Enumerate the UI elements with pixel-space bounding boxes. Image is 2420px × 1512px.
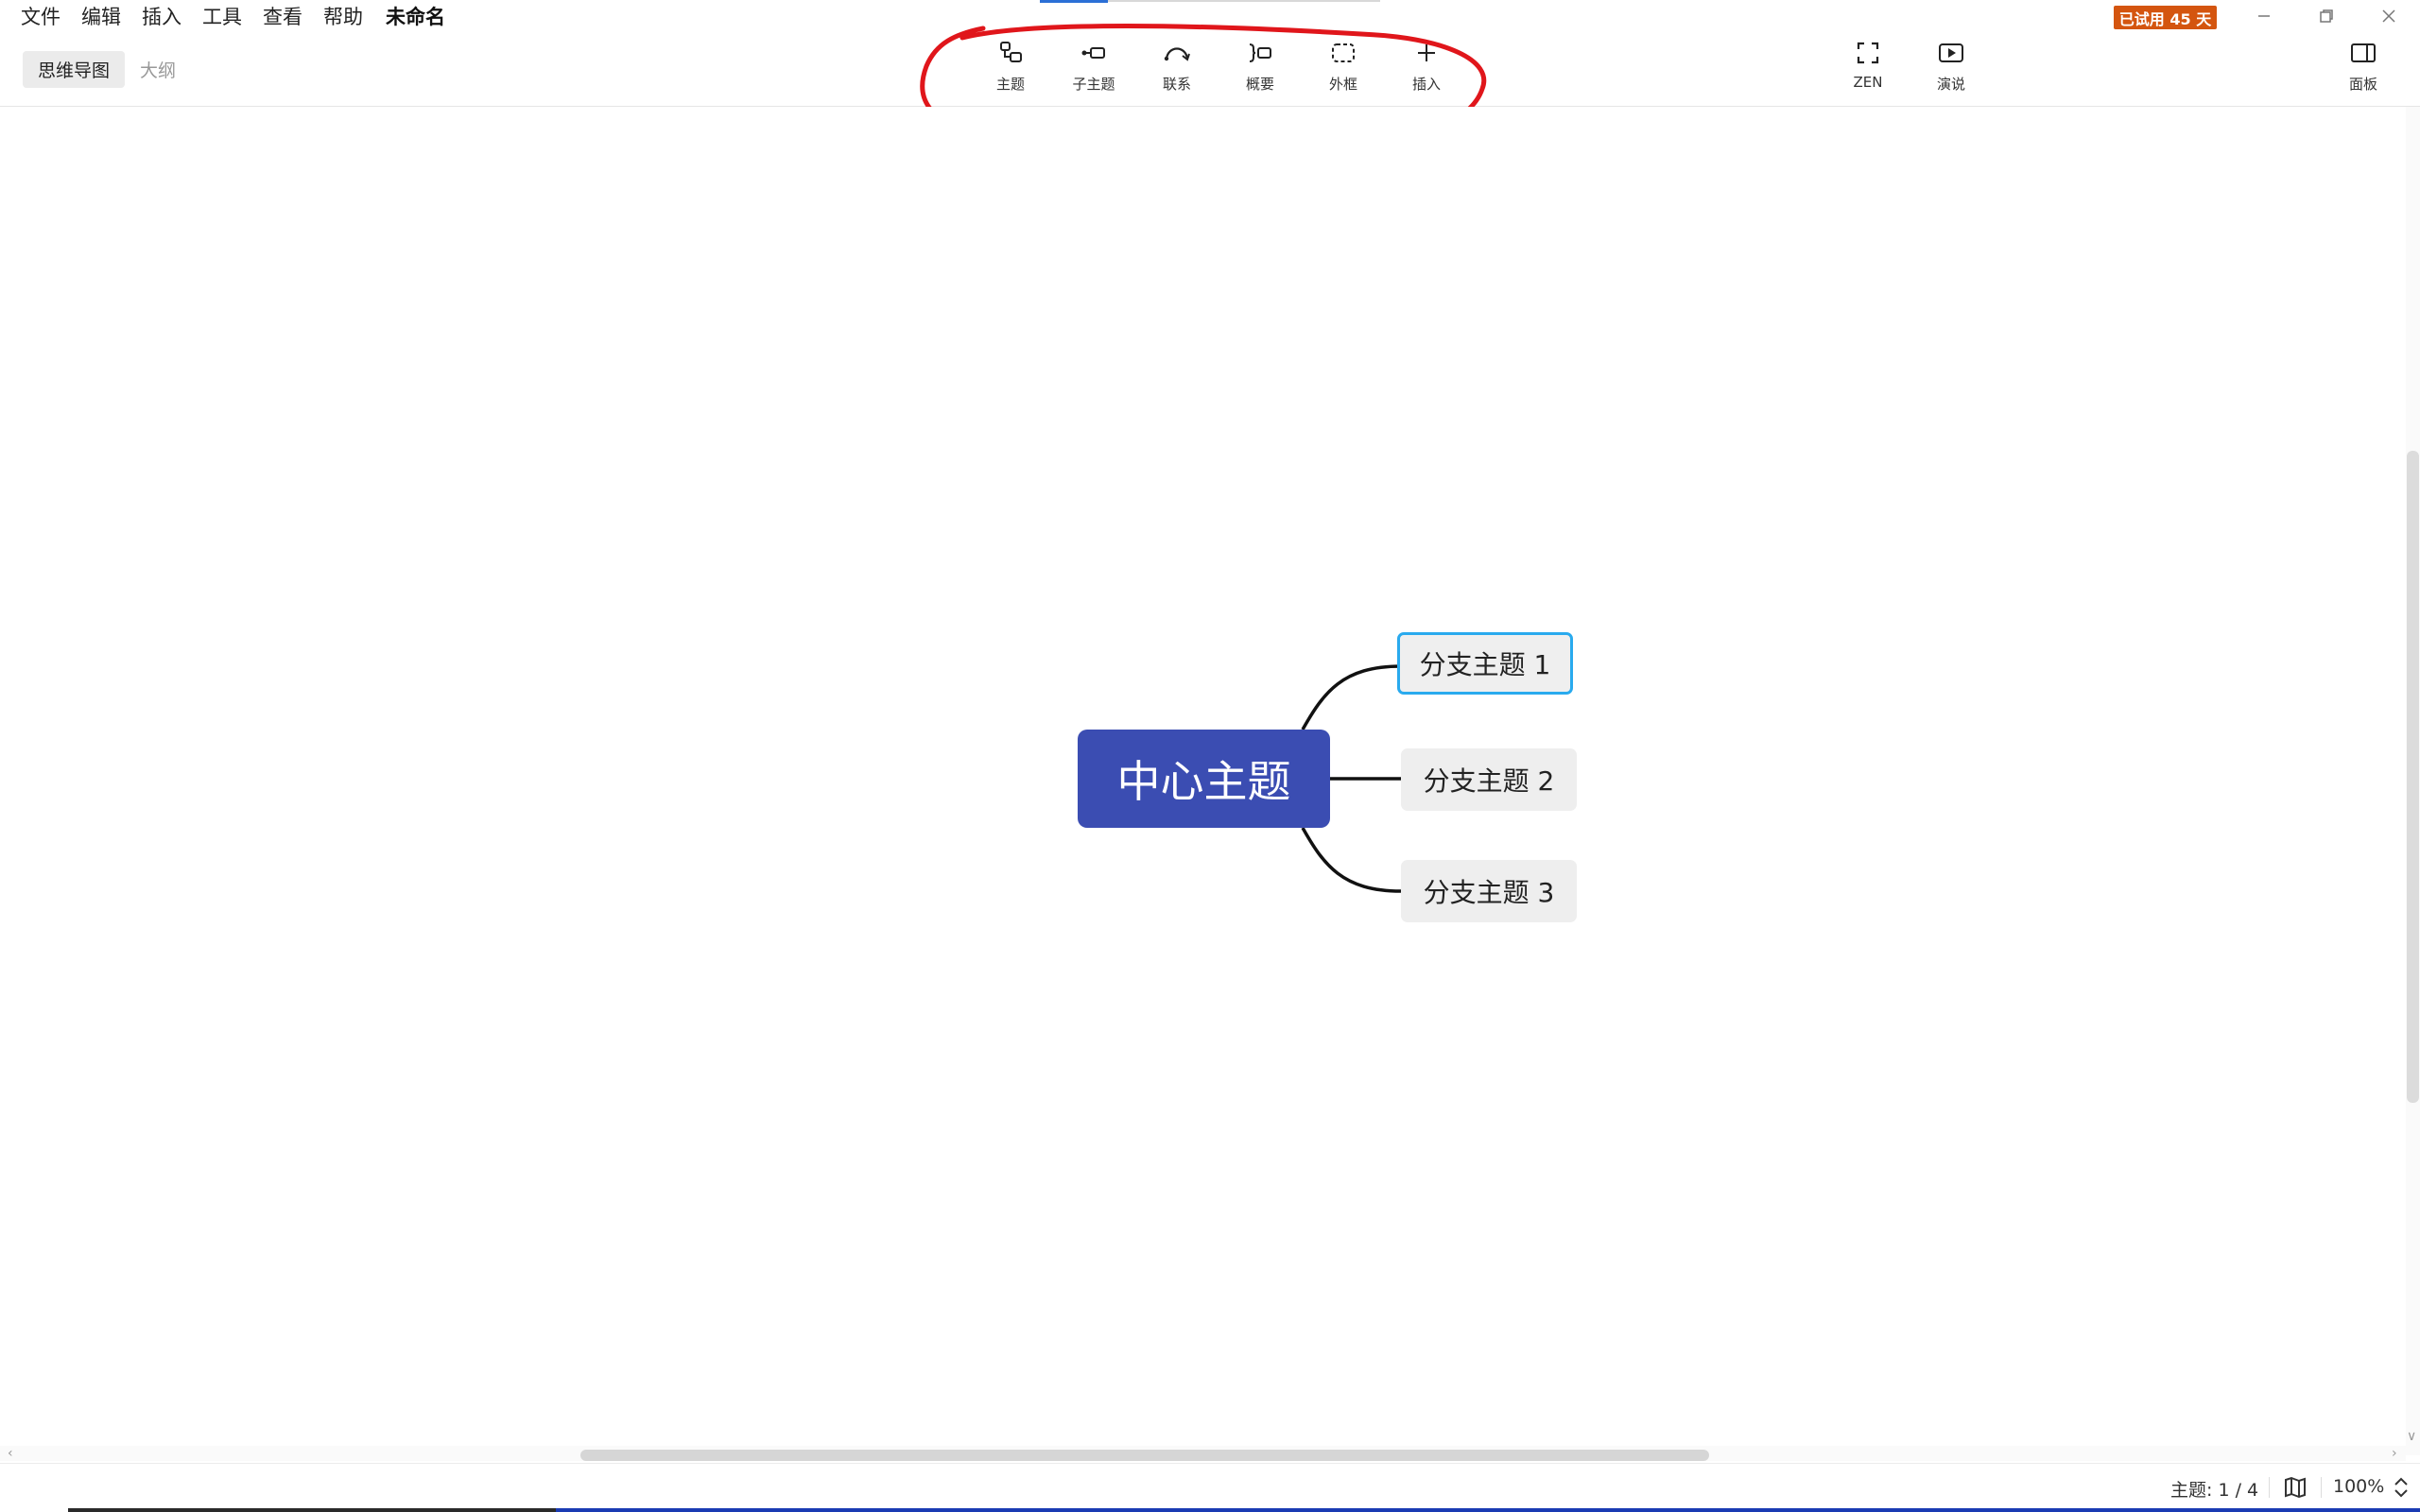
minimize-icon xyxy=(2258,15,2270,17)
tab-strip xyxy=(1108,0,1380,2)
side-panel-icon xyxy=(2351,43,2376,62)
menu-edit[interactable]: 编辑 xyxy=(81,2,121,30)
branch-topic-3[interactable]: 分支主题 3 xyxy=(1401,860,1577,922)
taskbar-strip-left xyxy=(0,1508,68,1512)
relationship-label: 联系 xyxy=(1162,76,1191,93)
close-button[interactable] xyxy=(2370,2,2408,30)
zoom-stepper-icon[interactable] xyxy=(2392,1475,2411,1500)
horizontal-scrollbar-thumb[interactable] xyxy=(580,1450,1709,1461)
play-screen-icon xyxy=(1939,43,1963,62)
fullscreen-icon xyxy=(1857,42,1879,64)
top-toolbar-area: 文件 编辑 插入 工具 查看 帮助 未命名 思维导图 大纲 主题 子主题 联系 … xyxy=(0,0,2420,107)
tab-outline[interactable]: 大纲 xyxy=(125,51,191,88)
panel-area: 面板 xyxy=(2322,38,2405,98)
tab-mindmap[interactable]: 思维导图 xyxy=(23,51,126,88)
insert-toolbar: 主题 子主题 联系 概要 外框 插入 xyxy=(969,38,1468,98)
panel-label: 面板 xyxy=(2348,76,2377,93)
document-title[interactable]: 未命名 xyxy=(386,2,445,30)
boundary-button[interactable]: 外框 xyxy=(1302,38,1385,98)
central-topic[interactable]: 中心主题 xyxy=(1078,730,1330,828)
summary-brace-icon xyxy=(1249,43,1271,62)
plus-icon xyxy=(1418,44,1435,61)
status-bar: 主题: 1 / 4 100% xyxy=(0,1463,2420,1512)
view-switch: 思维导图 大纲 xyxy=(23,51,191,88)
menu-bar: 文件 编辑 插入 工具 查看 帮助 未命名 xyxy=(21,2,445,30)
zoom-level[interactable]: 100% xyxy=(2333,1476,2384,1497)
menu-view[interactable]: 查看 xyxy=(263,2,302,30)
present-label: 演说 xyxy=(1936,76,1965,93)
branch-topic-1[interactable]: 分支主题 1 xyxy=(1397,632,1573,695)
taskbar-strip-dark xyxy=(68,1508,556,1512)
branch-topic-2[interactable]: 分支主题 2 xyxy=(1401,748,1577,811)
subtopic-icon xyxy=(1081,47,1105,59)
subtopic-button[interactable]: 子主题 xyxy=(1052,38,1135,98)
topic-button[interactable]: 主题 xyxy=(969,38,1052,98)
zen-label: ZEN xyxy=(1853,74,1883,91)
insert-label: 插入 xyxy=(1411,76,1441,93)
active-tab-indicator xyxy=(1040,0,1108,3)
scroll-left-arrow-icon[interactable]: ‹ xyxy=(8,1446,13,1461)
restore-button[interactable] xyxy=(2308,2,2345,30)
map-book-icon[interactable] xyxy=(2283,1476,2308,1499)
topic-label: 主题 xyxy=(995,76,1025,93)
scroll-down-arrow-icon[interactable]: ∨ xyxy=(2407,1429,2416,1444)
menu-tools[interactable]: 工具 xyxy=(202,2,242,30)
summary-label: 概要 xyxy=(1245,76,1274,93)
boundary-icon xyxy=(1332,43,1355,62)
status-divider xyxy=(2269,1477,2270,1498)
subtopic-label: 子主题 xyxy=(1072,76,1115,93)
relationship-icon xyxy=(1164,47,1190,61)
restore-icon xyxy=(2320,9,2333,23)
scroll-right-arrow-icon[interactable]: › xyxy=(2392,1446,2397,1461)
topic-count: 主题: 1 / 4 xyxy=(2170,1480,2259,1501)
close-icon xyxy=(2382,9,2395,23)
panel-button[interactable]: 面板 xyxy=(2322,38,2405,98)
menu-file[interactable]: 文件 xyxy=(21,2,60,30)
relationship-button[interactable]: 联系 xyxy=(1135,38,1219,98)
insert-button[interactable]: 插入 xyxy=(1385,38,1468,98)
topic-icon xyxy=(1000,42,1022,62)
zen-button[interactable]: ZEN xyxy=(1826,38,1910,98)
minimize-button[interactable] xyxy=(2245,2,2283,30)
vertical-scrollbar-thumb[interactable] xyxy=(2407,451,2419,1103)
status-divider xyxy=(2321,1477,2322,1498)
trial-badge[interactable]: 已试用 45 天 xyxy=(2114,6,2217,29)
present-button[interactable]: 演说 xyxy=(1910,38,1993,98)
summary-button[interactable]: 概要 xyxy=(1219,38,1302,98)
boundary-label: 外框 xyxy=(1328,76,1357,93)
mode-tools: ZEN 演说 xyxy=(1826,38,1993,98)
menu-insert[interactable]: 插入 xyxy=(142,2,182,30)
menu-help[interactable]: 帮助 xyxy=(323,2,363,30)
mindmap-canvas[interactable]: 中心主题 分支主题 1 分支主题 2 分支主题 3 xyxy=(0,107,2406,1455)
